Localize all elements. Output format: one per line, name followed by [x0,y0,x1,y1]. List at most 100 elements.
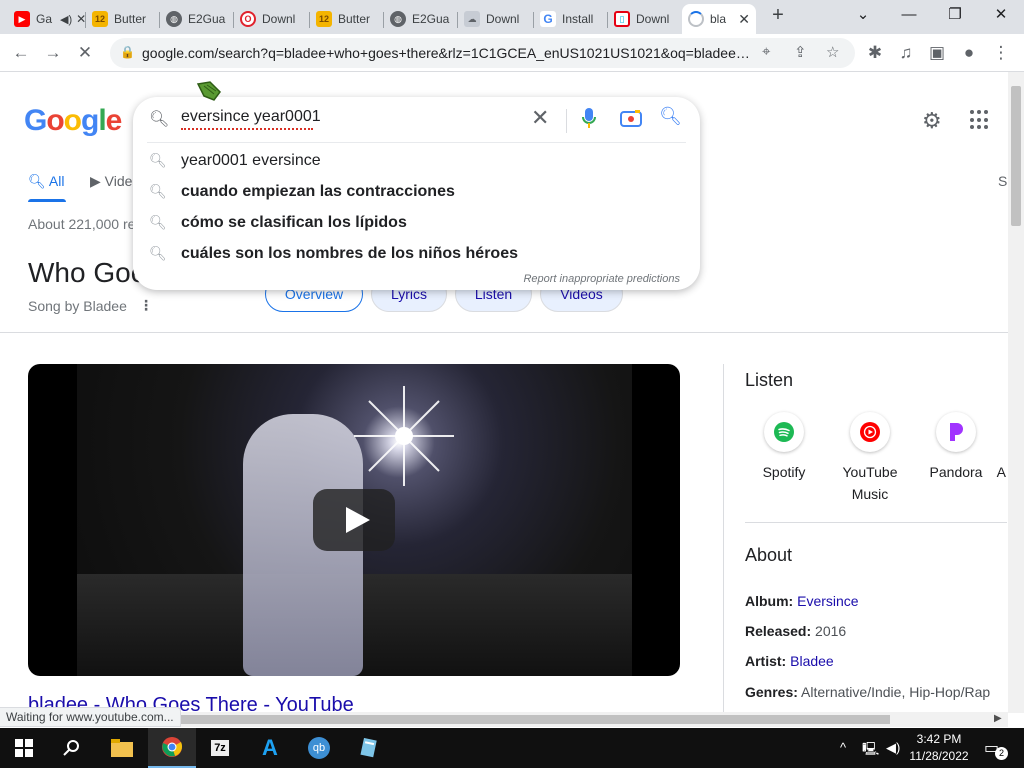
tab-7[interactable]: G Install [534,4,608,34]
back-icon[interactable]: ← [8,40,34,66]
play-button-icon[interactable] [313,489,395,551]
new-tab-button[interactable]: + [766,4,790,28]
notification-center-icon[interactable]: ▭ 2 [984,738,1008,760]
nav-label: All [48,173,65,189]
tab-active[interactable]: bla ✕ [682,4,756,34]
url-text[interactable]: google.com/search?q=bladee+who+goes+ther… [142,45,752,61]
notification-count: 2 [995,747,1008,760]
artist-link[interactable]: Bladee [790,653,834,669]
tab-more[interactable]: S [998,173,1007,189]
search-icon: 🔍︎ [149,245,167,261]
tab-2[interactable]: ◍ E2Gua [160,4,234,34]
search-box: 🔍︎ ✕ 🔍︎ 🔍︎ year0001 eversince 🔍︎ cuando … [133,97,700,290]
bookmark-star-icon[interactable]: ☆ [826,43,839,61]
tab-8[interactable]: ▯ Downl [608,4,682,34]
loading-icon [688,11,704,27]
scroll-right-icon[interactable]: ▶ [994,713,1002,724]
tab-label: Butter [114,12,147,26]
suggestion-item[interactable]: 🔍︎ cuáles son los nombres de los niños h… [133,239,700,270]
maximize-button[interactable]: ❐ [932,0,978,34]
globe-icon: ◍ [390,11,406,27]
suggestion-text[interactable]: cómo se clasifican los lípidos [181,214,407,232]
start-button[interactable] [0,728,48,768]
arc-icon[interactable]: A [246,728,294,768]
service-more[interactable]: A [962,412,1008,483]
share-icon[interactable]: ⇪ [794,43,807,61]
speaker-icon[interactable]: ◀) [60,13,72,26]
mouse-cursor-icon [196,81,221,101]
tab-videos[interactable]: ▶ Vide [90,173,132,190]
suggestion-item[interactable]: 🔍︎ year0001 eversince [133,146,700,177]
search-icon: 🔍︎ [149,183,167,199]
youtube-icon: ▶ [14,11,30,27]
search-icon: 🔍︎ [149,111,170,128]
side-panel-icon[interactable]: ▣ [924,40,950,66]
show-hidden-icons[interactable]: ^ [840,740,846,755]
nav-label: S [998,173,1008,189]
tab-6[interactable]: ☁ Downl [458,4,534,34]
tab-0[interactable]: ▶ Ga ◀) ✕ [8,4,86,34]
search-icon: 🔍︎ [149,214,167,230]
chrome-icon[interactable] [148,728,196,768]
google-logo[interactable]: Google [24,104,122,138]
volume-icon[interactable]: ◀) [886,740,900,756]
service-youtube-music[interactable]: YouTube Music [825,412,915,505]
address-bar[interactable]: 🔒 google.com/search?q=bladee+who+goes+th… [110,38,855,68]
scroll-thumb[interactable] [180,715,890,724]
network-icon[interactable]: 🖳 [862,740,879,762]
stop-loading-icon[interactable]: ✕ [72,40,98,66]
suggestion-item[interactable]: 🔍︎ cuando empiezan las contracciones [133,177,700,208]
scroll-thumb[interactable] [1011,86,1021,226]
clock-date: 11/28/2022 [909,749,969,763]
tab-3[interactable]: O Downl [234,4,310,34]
file-explorer-icon[interactable] [98,728,146,768]
search-input[interactable] [181,108,511,126]
settings-gear-icon[interactable]: ⚙ [922,108,942,134]
profile-icon[interactable]: ● [956,40,982,66]
suggestion-text[interactable]: cuando empiezan las contracciones [181,183,455,201]
more-options-icon[interactable]: ⋮ [139,297,153,314]
microphone-icon[interactable] [581,107,597,134]
tab-5[interactable]: ◍ E2Gua [384,4,458,34]
suggestion-item[interactable]: 🔍︎ cómo se clasifican los lípidos [133,208,700,239]
minimize-button[interactable]: — [886,0,932,34]
google-apps-icon[interactable] [970,110,990,130]
spellcheck-underline [181,127,313,130]
report-predictions-link[interactable]: Report inappropriate predictions [523,273,680,285]
forward-icon[interactable]: → [40,40,66,66]
suggestion-text[interactable]: cuáles son los nombres de los niños héro… [181,245,518,263]
fact-released: Released: 2016 [745,623,847,639]
qbittorrent-icon[interactable]: qb [295,728,343,768]
service-label: YouTube Music [842,464,898,502]
close-window-button[interactable]: ✕ [978,0,1024,34]
fact-genres: Genres: Alternative/Indie, Hip-Hop/Rap [745,684,991,700]
globe-icon: ◍ [166,11,182,27]
vertical-scrollbar[interactable] [1008,72,1024,713]
youtube-music-icon [850,412,890,452]
suggestion-text[interactable]: year0001 eversince [181,152,321,170]
tab-1[interactable]: 12 Butter [86,4,160,34]
service-spotify[interactable]: Spotify [739,412,829,483]
7zip-icon[interactable]: 7z [196,728,244,768]
notepad-icon[interactable] [344,728,392,768]
search-submit-icon[interactable]: 🔍︎ [659,106,682,127]
video-thumbnail[interactable] [28,364,680,676]
clear-search-icon[interactable]: ✕ [531,105,549,131]
tab-strip: ▶ Ga ◀) ✕ 12 Butter ◍ E2Gua O Downl 12 B… [0,0,1024,34]
album-link[interactable]: Eversince [797,593,858,609]
tab-all[interactable]: 🔍︎ All [28,173,64,190]
location-icon[interactable]: ⌖ [762,43,770,60]
lock-icon[interactable]: 🔒 [120,45,135,59]
tab-close-icon[interactable]: ✕ [738,11,750,28]
tab-search-icon[interactable]: ⌄ [840,0,886,34]
results-count: About 221,000 re [28,216,136,232]
menu-kebab-icon[interactable]: ⋮ [988,40,1014,66]
media-control-icon[interactable]: ♫ [893,40,919,66]
tab-4[interactable]: 12 Butter [310,4,384,34]
active-tab-indicator [28,199,66,202]
extensions-icon[interactable]: ✱ [862,40,888,66]
tab-label: E2Gua [188,12,226,26]
camera-lens-icon[interactable] [620,109,642,132]
system-clock[interactable]: 3:42 PM 11/28/2022 [904,731,974,765]
search-icon[interactable] [48,728,96,768]
